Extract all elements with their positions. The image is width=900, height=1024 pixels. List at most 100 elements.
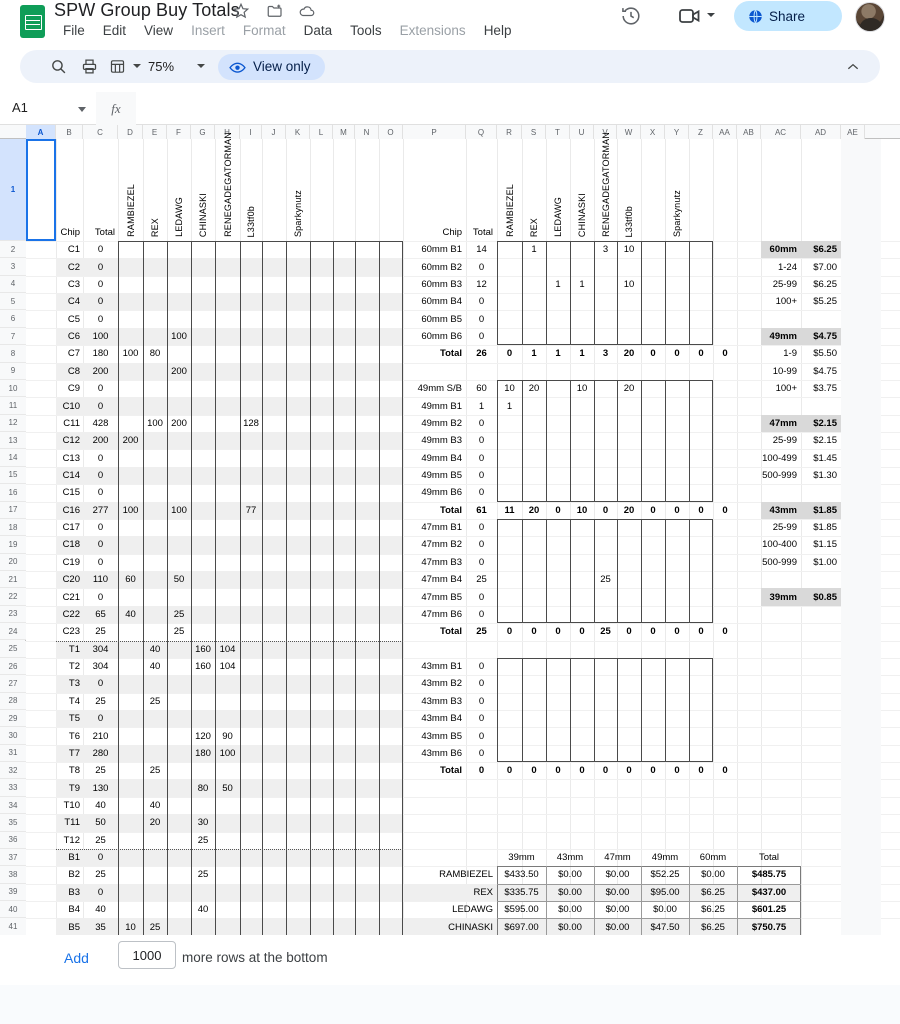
- row-header-30[interactable]: 30: [0, 727, 26, 745]
- menu-edit[interactable]: Edit: [94, 21, 135, 41]
- row-header-35[interactable]: 35: [0, 814, 26, 832]
- row-header-17[interactable]: 17: [0, 501, 26, 519]
- document-title[interactable]: SPW Group Buy Totals: [54, 0, 240, 21]
- collapse-toolbar-icon[interactable]: [846, 60, 860, 74]
- column-header-z[interactable]: Z: [689, 125, 713, 139]
- column-header-j[interactable]: J: [262, 125, 286, 139]
- row-header-25[interactable]: 25: [0, 640, 26, 658]
- column-header-k[interactable]: K: [286, 125, 310, 139]
- row-header-7[interactable]: 7: [0, 327, 26, 346]
- sheet-canvas[interactable]: Chip Total RAMBIEZEL REX LEDAWG CHINASKI RENEG…: [26, 132, 900, 935]
- column-header-b[interactable]: B: [56, 125, 83, 139]
- column-header-ae[interactable]: AE: [841, 125, 865, 139]
- column-header-w[interactable]: W: [617, 125, 641, 139]
- row-header-8[interactable]: 8: [0, 345, 26, 363]
- column-header-y[interactable]: Y: [665, 125, 689, 139]
- row-header-1[interactable]: 1: [0, 139, 26, 241]
- row-header-28[interactable]: 28: [0, 692, 26, 710]
- column-header-g[interactable]: G: [191, 125, 215, 139]
- row-header-40[interactable]: 40: [0, 901, 26, 919]
- column-header-ad[interactable]: AD: [801, 125, 841, 139]
- column-header-x[interactable]: X: [641, 125, 665, 139]
- column-header-m[interactable]: M: [333, 125, 355, 139]
- zoom-level[interactable]: 75%: [148, 59, 174, 74]
- version-history-icon[interactable]: [620, 5, 642, 27]
- column-header-aa[interactable]: AA: [713, 125, 737, 139]
- column-header-l[interactable]: L: [310, 125, 333, 139]
- column-header-o[interactable]: O: [379, 125, 403, 139]
- column-header-ab[interactable]: AB: [737, 125, 761, 139]
- menu-help[interactable]: Help: [475, 21, 521, 41]
- row-header-21[interactable]: 21: [0, 571, 26, 589]
- column-header-r[interactable]: R: [497, 125, 522, 139]
- row-header-15[interactable]: 15: [0, 466, 26, 485]
- menu-file[interactable]: File: [54, 21, 94, 41]
- add-rows-count-input[interactable]: 1000: [118, 941, 176, 969]
- column-header-p[interactable]: P: [403, 125, 466, 139]
- column-header-n[interactable]: N: [355, 125, 379, 139]
- menu-tools[interactable]: Tools: [341, 21, 391, 41]
- column-header-e[interactable]: E: [143, 125, 167, 139]
- column-header-c[interactable]: C: [83, 125, 118, 139]
- print-icon[interactable]: [81, 58, 98, 75]
- add-rows-button[interactable]: Add: [64, 950, 89, 966]
- meet-dropdown-caret-icon[interactable]: [707, 13, 715, 17]
- menu-data[interactable]: Data: [295, 21, 342, 41]
- name-box-caret-icon[interactable]: [78, 107, 86, 112]
- name-box[interactable]: A1: [0, 92, 96, 125]
- row-header-13[interactable]: 13: [0, 432, 26, 450]
- row-header-26[interactable]: 26: [0, 657, 26, 676]
- row-header-22[interactable]: 22: [0, 588, 26, 606]
- column-header-t[interactable]: T: [546, 125, 570, 139]
- fx-button[interactable]: fx: [96, 92, 136, 125]
- paint-format-caret-icon[interactable]: [133, 64, 141, 68]
- selected-cell-a1[interactable]: [26, 139, 56, 241]
- menu-format[interactable]: Format: [234, 21, 295, 41]
- zoom-caret-icon[interactable]: [197, 64, 205, 68]
- menu-extensions[interactable]: Extensions: [391, 21, 475, 41]
- row-header-29[interactable]: 29: [0, 709, 26, 728]
- row-header-31[interactable]: 31: [0, 744, 26, 763]
- row-header-32[interactable]: 32: [0, 762, 26, 780]
- row-header-20[interactable]: 20: [0, 553, 26, 572]
- row-header-36[interactable]: 36: [0, 831, 26, 849]
- star-icon[interactable]: [232, 2, 250, 20]
- row-header-34[interactable]: 34: [0, 796, 26, 815]
- column-header-d[interactable]: D: [118, 125, 143, 139]
- view-only-badge[interactable]: View only: [218, 53, 325, 80]
- column-header-u[interactable]: U: [570, 125, 594, 139]
- meet-camera-icon[interactable]: [678, 6, 702, 26]
- menu-insert[interactable]: Insert: [182, 21, 234, 41]
- row-header-19[interactable]: 19: [0, 536, 26, 554]
- row-header-4[interactable]: 4: [0, 275, 26, 294]
- column-header-a[interactable]: A: [26, 125, 56, 139]
- avatar[interactable]: [855, 2, 885, 32]
- menu-view[interactable]: View: [135, 21, 182, 41]
- column-header-q[interactable]: Q: [466, 125, 497, 139]
- row-header-39[interactable]: 39: [0, 883, 26, 902]
- column-header-i[interactable]: I: [240, 125, 262, 139]
- row-header-23[interactable]: 23: [0, 605, 26, 624]
- search-icon[interactable]: [50, 58, 67, 75]
- row-header-24[interactable]: 24: [0, 623, 26, 641]
- row-header-12[interactable]: 12: [0, 414, 26, 433]
- row-header-41[interactable]: 41: [0, 918, 26, 935]
- row-header-38[interactable]: 38: [0, 866, 26, 884]
- row-header-2[interactable]: 2: [0, 241, 26, 259]
- row-header-27[interactable]: 27: [0, 675, 26, 693]
- move-to-folder-icon[interactable]: [266, 2, 284, 20]
- column-header-ac[interactable]: AC: [761, 125, 801, 139]
- row-header-6[interactable]: 6: [0, 310, 26, 328]
- share-button[interactable]: Share: [734, 1, 842, 31]
- row-header-16[interactable]: 16: [0, 484, 26, 502]
- column-header-s[interactable]: S: [522, 125, 546, 139]
- row-header-14[interactable]: 14: [0, 449, 26, 467]
- row-header-10[interactable]: 10: [0, 379, 26, 398]
- paint-format-icon[interactable]: [109, 58, 126, 75]
- row-header-5[interactable]: 5: [0, 293, 26, 311]
- row-header-3[interactable]: 3: [0, 258, 26, 276]
- row-header-33[interactable]: 33: [0, 779, 26, 797]
- row-header-37[interactable]: 37: [0, 848, 26, 867]
- row-header-11[interactable]: 11: [0, 397, 26, 415]
- column-header-f[interactable]: F: [167, 125, 191, 139]
